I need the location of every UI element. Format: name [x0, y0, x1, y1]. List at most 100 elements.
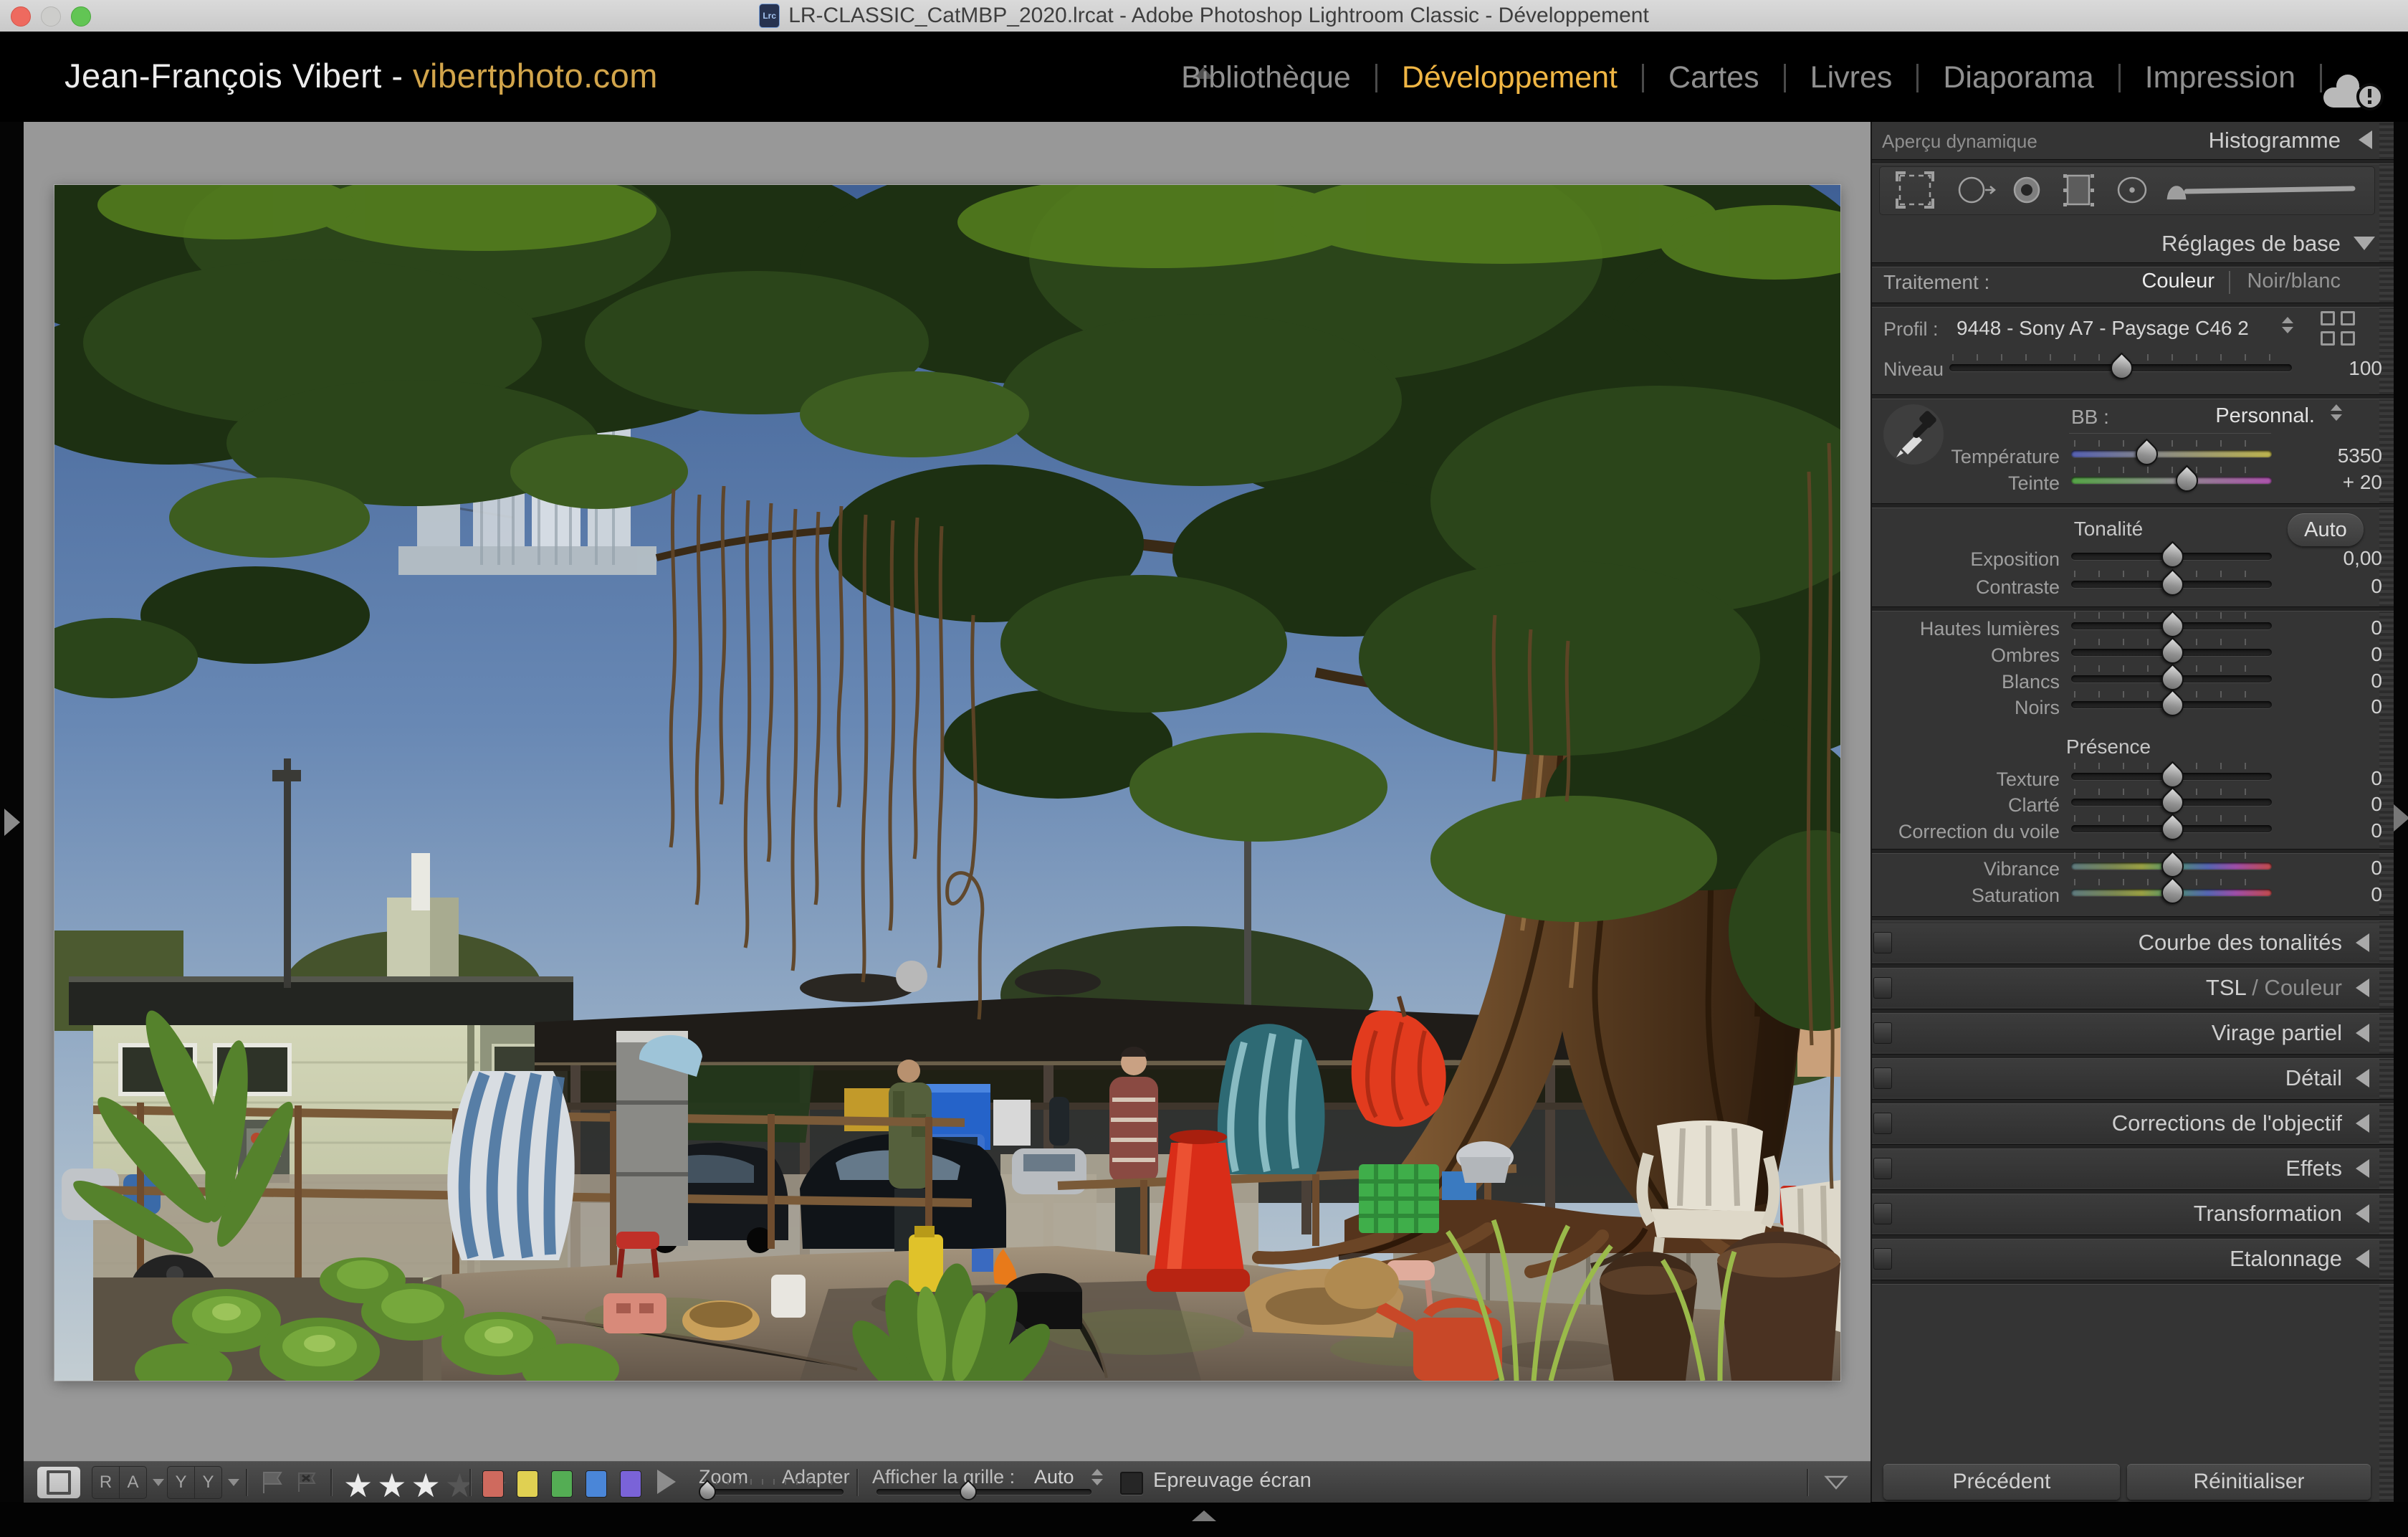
- right-panel-collapse-arrow-icon[interactable]: [2394, 804, 2408, 832]
- panel-header-transformation[interactable]: Transformation: [1872, 1194, 2379, 1233]
- color-label-purple[interactable]: [620, 1470, 641, 1498]
- previous-button[interactable]: Précédent: [1883, 1464, 2120, 1500]
- panel-toggle-switch[interactable]: [1873, 1203, 1892, 1224]
- right-panel-edge-strip[interactable]: [2392, 122, 2408, 1502]
- panel-header-detail[interactable]: Détail: [1872, 1059, 2379, 1098]
- histogram-panel-header[interactable]: Histogramme: [2209, 128, 2341, 153]
- treatment-color-option[interactable]: Couleur: [2141, 270, 2214, 293]
- color-label-green[interactable]: [551, 1470, 573, 1498]
- tint-slider[interactable]: [2071, 477, 2272, 484]
- lightroom-window: Lrc LR-CLASSIC_CatMBP_2020.lrcat - Adobe…: [0, 0, 2408, 1537]
- panel-toggle-switch[interactable]: [1873, 977, 1892, 999]
- shadows-slider[interactable]: [2071, 649, 2272, 656]
- module-developpement[interactable]: Développement: [1377, 60, 1642, 95]
- panel-toggle-switch[interactable]: [1873, 1248, 1892, 1270]
- right-panel: Aperçu dynamique Histogramme: [1870, 122, 2394, 1502]
- panel-header-corrections-objectif[interactable]: Corrections de l'objectif: [1872, 1104, 2379, 1143]
- before-after-lr-button[interactable]: RA: [92, 1467, 164, 1498]
- module-livres[interactable]: Livres: [1786, 60, 1917, 95]
- texture-slider[interactable]: [2071, 773, 2272, 780]
- chevron-down-icon[interactable]: [228, 1479, 239, 1486]
- stepper-icon[interactable]: [2331, 404, 2342, 421]
- temperature-value: 5350: [2288, 444, 2382, 467]
- collapse-arrow-icon[interactable]: [2359, 130, 2372, 149]
- stepper-icon[interactable]: [2282, 317, 2293, 333]
- module-diaporama[interactable]: Diaporama: [1919, 60, 2118, 95]
- collapse-arrow-icon[interactable]: [2356, 933, 2369, 952]
- reset-button[interactable]: Réinitialiser: [2127, 1464, 2371, 1500]
- star-icon-filled[interactable]: ★: [377, 1466, 411, 1505]
- loupe-view-button[interactable]: [37, 1467, 80, 1498]
- panel-toggle-switch[interactable]: [1873, 1022, 1892, 1044]
- flag-reject-icon[interactable]: [295, 1470, 320, 1498]
- collapse-arrow-icon[interactable]: [2356, 1159, 2369, 1178]
- star-icon-filled[interactable]: ★: [411, 1466, 445, 1505]
- temperature-slider[interactable]: [2071, 450, 2272, 457]
- color-label-blue[interactable]: [586, 1470, 607, 1498]
- vibrance-value: 0: [2288, 857, 2382, 880]
- contrast-slider[interactable]: [2071, 581, 2272, 588]
- panel-header-effets[interactable]: Effets: [1872, 1149, 2379, 1188]
- highlights-value: 0: [2288, 617, 2382, 639]
- highlights-slider[interactable]: [2071, 622, 2272, 629]
- toolbar-divider: [469, 1469, 471, 1496]
- panel-header-courbe-des-tonalites[interactable]: Courbe des tonalités: [1872, 923, 2379, 962]
- grid-size-slider[interactable]: [876, 1489, 1091, 1495]
- basic-panel-header[interactable]: Réglages de base: [2161, 231, 2341, 257]
- collapse-arrow-icon[interactable]: [2356, 1024, 2369, 1042]
- profile-value[interactable]: 9448 - Sony A7 - Paysage C46 2: [1956, 317, 2249, 340]
- panel-header-etalonnage[interactable]: Etalonnage: [1872, 1239, 2379, 1278]
- module-cartes[interactable]: Cartes: [1644, 60, 1784, 95]
- crop-overlay-icon: [1900, 176, 1930, 204]
- collapse-arrow-icon[interactable]: [2356, 979, 2369, 997]
- collapse-arrow-icon[interactable]: [2356, 1069, 2369, 1088]
- collapse-arrow-icon[interactable]: [2356, 1250, 2369, 1268]
- color-label-yellow[interactable]: [517, 1470, 538, 1498]
- exposure-slider[interactable]: [2071, 553, 2272, 560]
- identity-site-link[interactable]: vibertphoto.com: [413, 57, 658, 95]
- stepper-icon[interactable]: [1091, 1469, 1103, 1485]
- panel-toggle-switch[interactable]: [1873, 1158, 1892, 1179]
- saturation-slider[interactable]: [2071, 889, 2272, 896]
- profile-browser-icon[interactable]: [2321, 311, 2361, 351]
- left-panel-reveal-arrow-icon[interactable]: [4, 809, 20, 836]
- module-impression[interactable]: Impression: [2121, 60, 2320, 95]
- grid-overlay-value[interactable]: Auto: [1034, 1466, 1074, 1488]
- module-bibliotheque[interactable]: Bibliothèque: [1157, 60, 1375, 95]
- star-icon-empty[interactable]: ★: [445, 1466, 479, 1505]
- vibrance-slider[interactable]: [2071, 862, 2272, 870]
- filmstrip-reveal-arrow-icon[interactable]: [1192, 1510, 1216, 1521]
- dehaze-slider[interactable]: [2071, 825, 2272, 832]
- filmstrip-collapsed-strip[interactable]: [0, 1502, 2408, 1537]
- panel-toggle-switch[interactable]: [1873, 1113, 1892, 1134]
- panel-toggle-switch[interactable]: [1873, 932, 1892, 953]
- collapse-arrow-icon[interactable]: [2356, 1204, 2369, 1223]
- profile-amount-slider[interactable]: [1949, 364, 2292, 371]
- blacks-slider[interactable]: [2071, 701, 2272, 708]
- star-icon-filled[interactable]: ★: [343, 1466, 377, 1505]
- soft-proof-checkbox[interactable]: [1120, 1472, 1143, 1495]
- whites-slider[interactable]: [2071, 675, 2272, 682]
- fit-mode-label[interactable]: Adapter: [782, 1466, 850, 1488]
- auto-tone-button[interactable]: Auto: [2288, 513, 2364, 546]
- treatment-bw-option[interactable]: Noir/blanc: [2247, 270, 2341, 293]
- expand-arrow-icon[interactable]: [2354, 237, 2375, 250]
- zoom-slider[interactable]: [700, 1489, 844, 1495]
- panel-toggle-switch[interactable]: [1873, 1067, 1892, 1089]
- play-slideshow-icon[interactable]: [657, 1470, 676, 1494]
- left-panel-collapsed-strip[interactable]: [0, 122, 24, 1502]
- wb-value[interactable]: Personnal.: [2215, 404, 2315, 428]
- chevron-down-icon[interactable]: [153, 1479, 164, 1486]
- collapse-arrow-icon[interactable]: [2356, 1114, 2369, 1133]
- titlebar[interactable]: Lrc LR-CLASSIC_CatMBP_2020.lrcat - Adobe…: [0, 0, 2408, 32]
- before-after-split-button[interactable]: YY: [167, 1467, 239, 1498]
- cloud-sync-icon[interactable]: [2323, 73, 2384, 110]
- photo-canvas[interactable]: [54, 185, 1840, 1381]
- panel-header-virage-partiel[interactable]: Virage partiel: [1872, 1014, 2379, 1052]
- flag-pick-icon[interactable]: [259, 1469, 287, 1500]
- clarity-slider[interactable]: [2071, 799, 2272, 806]
- color-label-red[interactable]: [482, 1470, 504, 1498]
- soft-proof-label[interactable]: Epreuvage écran: [1153, 1469, 1312, 1493]
- panel-header-tsl-couleur[interactable]: TSL / Couleur: [1872, 969, 2379, 1007]
- toolbar-options-icon[interactable]: [1824, 1475, 1843, 1488]
